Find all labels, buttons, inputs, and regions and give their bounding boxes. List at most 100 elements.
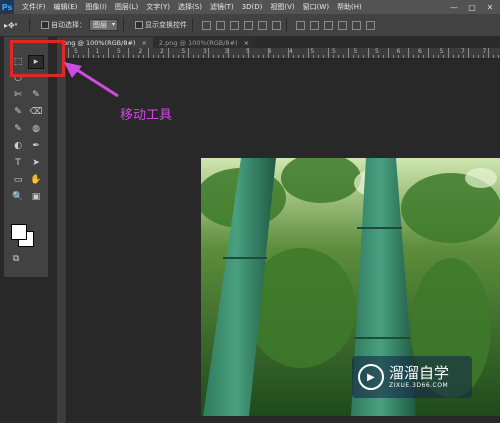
quick-mask-icon[interactable]: ⧉ — [8, 252, 24, 266]
ruler-tick — [468, 48, 469, 58]
ruler-tick — [213, 55, 214, 58]
distribute-right-icon[interactable] — [366, 20, 375, 30]
align-left-icon[interactable] — [244, 20, 253, 30]
align-bottom-icon[interactable] — [230, 20, 239, 30]
menu-image[interactable]: 图像(I) — [85, 2, 107, 12]
ruler-tick — [408, 48, 409, 58]
show-transform-checkbox[interactable] — [135, 21, 143, 29]
ruler-label: 3 — [203, 48, 207, 55]
ruler-tick — [198, 55, 199, 58]
ruler-tick — [308, 48, 309, 58]
ruler-tick — [343, 55, 344, 58]
vertical-ruler — [57, 58, 67, 423]
document-tab-bar: png @ 100%(RGB/8#) × 2.png @ 100%(RGB/8#… — [57, 37, 500, 48]
ruler-label: 5 — [353, 48, 358, 55]
ruler-tick — [438, 55, 439, 58]
auto-select-checkbox[interactable] — [41, 21, 49, 29]
maximize-button[interactable]: □ — [466, 0, 478, 14]
ruler-tick — [173, 55, 174, 58]
tab-close-icon[interactable]: × — [141, 39, 146, 47]
eraser-tool-icon[interactable]: ◐ — [10, 139, 26, 153]
menu-window[interactable]: 窗口(W) — [303, 2, 329, 12]
ruler-label: 5 — [117, 48, 121, 55]
ruler-tick — [98, 55, 99, 58]
ruler-tick — [273, 55, 274, 58]
menu-filter[interactable]: 滤镜(T) — [210, 2, 234, 12]
ruler-tick — [258, 55, 259, 58]
minimize-button[interactable]: — — [448, 0, 460, 14]
menu-help[interactable]: 帮助(H) — [337, 2, 362, 12]
ruler-tick — [238, 55, 239, 58]
ruler-tick — [463, 55, 464, 58]
ruler-tick — [288, 48, 289, 58]
align-vcenter-icon[interactable] — [216, 20, 225, 30]
brush-tool-icon[interactable]: ⌫ — [28, 105, 44, 119]
distribute-top-icon[interactable] — [296, 20, 305, 30]
menu-layer[interactable]: 图层(L) — [115, 2, 138, 12]
distribute-controls — [296, 20, 375, 30]
ruler-tick — [478, 55, 479, 58]
menu-view[interactable]: 视图(V) — [270, 2, 294, 12]
tab-document-2[interactable]: 2.png @ 100%(RGB/8#) × — [152, 37, 256, 48]
healing-brush-icon[interactable]: ✎ — [10, 105, 26, 119]
tab-label: 2.png @ 100%(RGB/8#) — [158, 38, 238, 47]
ruler-tick — [218, 55, 219, 58]
paint-bucket-icon[interactable]: ✒ — [28, 139, 44, 153]
auto-select-label: 自动选择： — [51, 21, 86, 29]
ruler-tick — [138, 55, 139, 58]
hand-tool-icon[interactable]: 🔍 — [10, 190, 26, 204]
ruler-tick — [103, 55, 104, 58]
auto-select-dropdown[interactable]: 图层 — [89, 19, 118, 31]
menu-edit[interactable]: 编辑(E) — [54, 2, 78, 12]
ruler-tick — [73, 55, 74, 58]
ruler-tick — [233, 55, 234, 58]
ruler-tick — [423, 55, 424, 58]
ruler-tick — [348, 48, 349, 58]
tab-document-1[interactable]: png @ 100%(RGB/8#) × — [57, 37, 153, 48]
crop-tool-icon[interactable]: ✄ — [10, 88, 26, 102]
tab-close-icon[interactable]: × — [244, 39, 249, 47]
menu-type[interactable]: 文字(Y) — [146, 2, 170, 12]
rectangle-tool-icon[interactable]: ✋ — [28, 173, 44, 187]
ruler-tick — [318, 55, 319, 58]
show-transform-label: 显示变换控件 — [145, 21, 187, 29]
eyedropper-tool-icon[interactable]: ✎ — [28, 88, 44, 102]
distribute-left-icon[interactable] — [338, 20, 347, 30]
ruler-label: 1 — [95, 48, 100, 55]
menu-3d[interactable]: 3D(D) — [242, 3, 263, 11]
ruler-label: 2 — [138, 48, 143, 55]
ruler-tick — [373, 55, 374, 58]
divider — [29, 18, 30, 32]
type-tool-icon[interactable]: ➤ — [28, 156, 44, 170]
path-selection-icon[interactable]: ▭ — [10, 173, 26, 187]
ruler-tick — [268, 48, 269, 58]
horizontal-ruler: 51522533544555566577 — [66, 48, 500, 59]
ruler-tick — [443, 55, 444, 58]
ruler-label: 5 — [439, 48, 444, 55]
pen-tool-icon[interactable]: T — [10, 156, 26, 170]
align-right-icon[interactable] — [272, 20, 281, 30]
foreground-color-swatch[interactable] — [11, 224, 27, 240]
zoom-tool-icon[interactable]: ▣ — [28, 190, 44, 204]
move-tool-preset-icon[interactable]: ▸✥ ▾ — [4, 18, 24, 32]
menu-select[interactable]: 选择(S) — [178, 2, 202, 12]
close-button[interactable]: ✕ — [484, 0, 496, 14]
ruler-tick — [223, 55, 224, 58]
distribute-bottom-icon[interactable] — [324, 20, 333, 30]
distribute-hcenter-icon[interactable] — [352, 20, 361, 30]
ruler-label: 5 — [332, 48, 336, 55]
ruler-tick — [368, 48, 369, 58]
ruler-tick — [133, 55, 134, 58]
align-top-icon[interactable] — [202, 20, 211, 30]
align-hcenter-icon[interactable] — [258, 20, 267, 30]
clone-stamp-icon[interactable]: ✎ — [10, 122, 26, 136]
ruler-tick — [453, 55, 454, 58]
ruler-tick — [458, 55, 459, 58]
ruler-tick — [328, 48, 329, 58]
menu-file[interactable]: 文件(F) — [22, 2, 46, 12]
distribute-vcenter-icon[interactable] — [310, 20, 319, 30]
ruler-tick — [248, 48, 249, 58]
ruler-tick — [148, 48, 149, 58]
history-brush-icon[interactable]: ◍ — [28, 122, 44, 136]
watermark: ▶ 溜溜自学 ZIXUE.3D66.COM — [352, 356, 472, 398]
